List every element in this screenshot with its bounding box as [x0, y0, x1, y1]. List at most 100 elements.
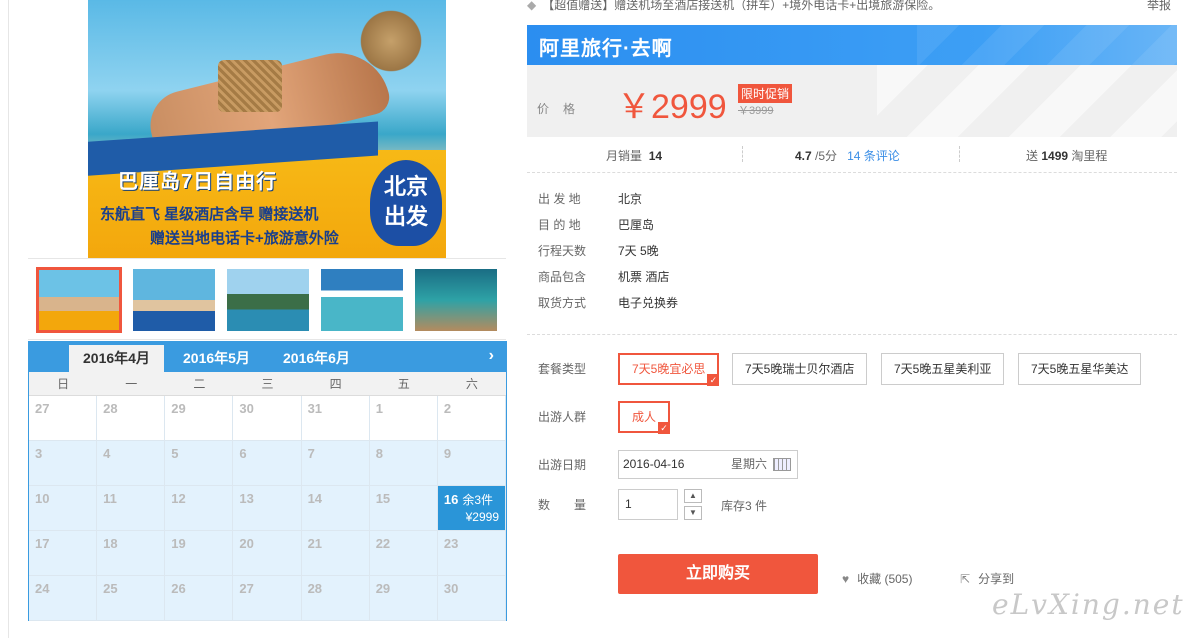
calendar-day: 15: [369, 486, 438, 531]
points-value: 1499: [1041, 149, 1069, 163]
traveler-type-label: 出游人群: [538, 410, 587, 424]
package-option-swissbel[interactable]: 7天5晚瑞士贝尔酒店: [732, 353, 868, 385]
promo-tag: 限时促销: [738, 84, 793, 103]
calendar-day-number: 7: [307, 446, 315, 461]
package-option-melia[interactable]: 7天5晚五星美利亚: [881, 353, 1005, 385]
quantity-input[interactable]: 1: [618, 489, 678, 520]
stats-divider: [959, 146, 960, 162]
info-value: 电子兑换券: [618, 296, 679, 310]
monthly-sales: 月销量 14: [606, 147, 662, 164]
buy-now-button[interactable]: 立即购买: [618, 554, 818, 594]
quantity-decrease-button[interactable]: ▼: [684, 506, 702, 520]
info-label: 商品包含: [538, 270, 587, 284]
calendar-day-number: 11: [103, 491, 117, 506]
calendar-day-number: 2: [443, 401, 452, 416]
package-option-ibis[interactable]: 7天5晚宜必思: [618, 353, 720, 386]
calendar-tab-april[interactable]: 2016年4月: [69, 345, 164, 372]
thumbnail-4[interactable]: [321, 269, 403, 331]
calendar-day-number: 31: [307, 401, 323, 416]
calendar-day-number: 6: [239, 446, 247, 461]
calendar-tab-june[interactable]: 2016年6月: [269, 345, 364, 372]
favorite-button[interactable]: ♥ 收藏 (505): [842, 570, 912, 587]
calendar-day: 11: [97, 486, 166, 531]
calendar-day: 12: [165, 486, 234, 531]
calendar-day-number: 26: [171, 581, 186, 596]
calendar-day: 4: [97, 441, 166, 486]
info-row-departure: 出 发 地 北京: [538, 186, 678, 212]
favorite-label: 收藏 (505): [857, 572, 913, 586]
calendar-day: 5: [165, 441, 234, 486]
info-label: 目 的 地: [538, 218, 581, 232]
calendar-icon[interactable]: [773, 458, 791, 471]
banner-line-1: 东航直飞 星级酒店含早 赠接送机: [100, 206, 319, 223]
calendar-day: 31: [301, 396, 370, 441]
site-watermark: eLvXing.net: [992, 588, 1185, 621]
calendar-tab-may[interactable]: 2016年5月: [169, 345, 264, 372]
calendar-day-number: 30: [239, 401, 254, 416]
calendar-day: 1: [369, 396, 438, 441]
calendar-day: 8: [369, 441, 438, 486]
calendar-day-number: 16: [443, 492, 459, 507]
banner-title: 巴厘岛7日自由行: [118, 171, 278, 193]
weekday-thu: 四: [329, 377, 342, 391]
calendar-day-number: 29: [375, 581, 391, 596]
calendar-day: 9: [437, 441, 506, 486]
quantity-increase-button[interactable]: ▲: [684, 489, 702, 503]
calendar-day-number: 19: [171, 536, 186, 551]
calendar-day-number: 4: [103, 446, 111, 461]
traveler-option-adult[interactable]: 成人: [618, 401, 671, 434]
package-option-ramada[interactable]: 7天5晚五星华美达: [1018, 353, 1142, 385]
bullet-icon: ◆: [527, 0, 537, 12]
calendar-weekdays: 日 一 二 三 四 五 六: [29, 372, 506, 396]
travel-date-label: 出游日期: [538, 458, 587, 472]
thumbnail-2[interactable]: [133, 269, 215, 331]
weekday-mon: 一: [125, 377, 138, 391]
info-label: 取货方式: [538, 296, 587, 310]
report-link[interactable]: 举报: [1147, 0, 1171, 13]
chevron-right-icon[interactable]: ›: [489, 347, 494, 365]
banner-line-2: 赠送当地电话卡+旅游意外险: [150, 230, 339, 247]
points-prefix: 送: [1026, 149, 1039, 163]
info-row-includes: 商品包含 机票 酒店: [538, 264, 678, 290]
stats-divider: [742, 146, 743, 162]
calendar-day-available[interactable]: 16 余3件 ¥2999: [437, 486, 506, 531]
calendar-day-number: 5: [171, 446, 179, 461]
departure-calendar: 2016年4月 2016年5月 2016年6月 › 日 一 二 三 四 五 六 …: [28, 341, 507, 621]
weekday-wed: 三: [261, 377, 274, 391]
calendar-day-number: 1: [375, 401, 383, 416]
promo-notice: ◆ 【超值赠送】赠送机场至酒店接送机（拼车）+境外电话卡+出境旅游保险。: [527, 0, 940, 13]
calendar-day-number: 14: [307, 491, 323, 506]
share-icon: ⇱: [960, 572, 971, 586]
info-row-duration: 行程天数 7天 5晚: [538, 238, 678, 264]
calendar-day-number: 9: [443, 446, 452, 461]
badge-line-2: 出发: [383, 204, 428, 229]
travel-date-input[interactable]: 2016-04-16 星期六: [618, 450, 798, 479]
info-value: 北京: [618, 192, 643, 206]
calendar-day: 7: [301, 441, 370, 486]
info-value: 7天 5晚: [618, 244, 659, 258]
calendar-grid: 27 28 29 30 31 1 2 3 4 5 6 7 8 9 10 11 12 13 14 15 16 余3件 ¥299…: [29, 396, 506, 621]
calendar-day-number: 28: [103, 401, 118, 416]
calendar-day: 2: [437, 396, 506, 441]
calendar-day: 14: [301, 486, 370, 531]
thumbnail-5[interactable]: [415, 269, 497, 331]
share-button[interactable]: ⇱ 分享到: [960, 570, 1014, 587]
calendar-day-number: 15: [375, 491, 391, 506]
thumbnail-1[interactable]: [36, 267, 122, 333]
beach-bag-graphic: [218, 60, 282, 112]
calendar-day: 13: [233, 486, 302, 531]
calendar-day: 29: [165, 396, 234, 441]
calendar-day-number: 23: [443, 536, 459, 551]
rating: 4.7 /5分 14 条评论: [795, 147, 900, 164]
calendar-day-number: 21: [307, 536, 323, 551]
calendar-day: 6: [233, 441, 302, 486]
thumbnail-3[interactable]: [227, 269, 309, 331]
calendar-day: 3: [29, 441, 98, 486]
weekday-fri: 五: [397, 377, 410, 391]
calendar-day: 17: [29, 531, 98, 576]
rating-value: 4.7: [795, 149, 812, 163]
calendar-day-number: 17: [35, 536, 50, 551]
reviews-link[interactable]: 14 条评论: [847, 149, 900, 163]
monthly-sales-label: 月销量: [606, 149, 643, 163]
info-label: 行程天数: [538, 244, 587, 258]
